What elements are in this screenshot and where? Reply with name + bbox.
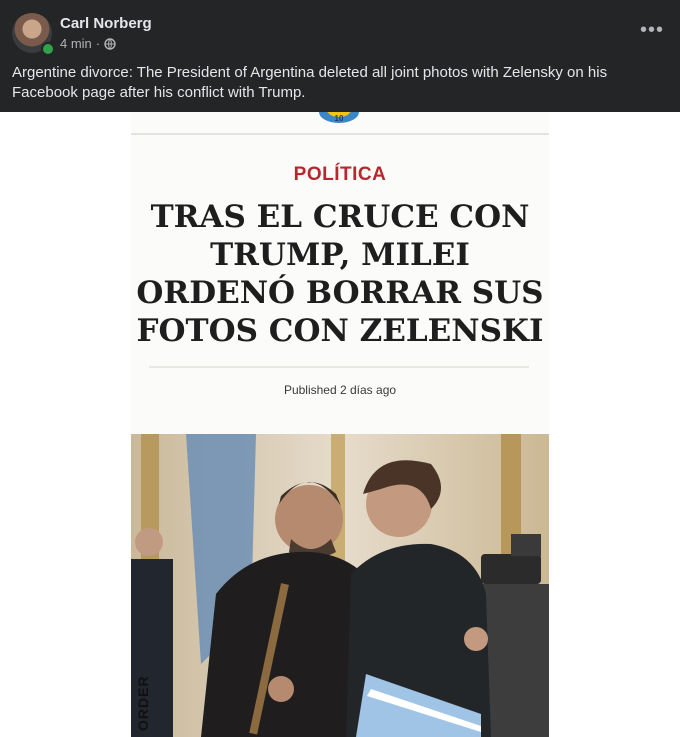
photo-illustration <box>131 434 549 737</box>
masthead-logo-text: 10 <box>335 114 344 123</box>
post-meta: 4 min · <box>60 36 116 51</box>
article-headline: TRAS EL CRUCE CON TRUMP, MILEI ORDENÓ BO… <box>136 199 544 349</box>
post-time[interactable]: 4 min <box>60 36 92 51</box>
author-name[interactable]: Carl Norberg <box>60 15 152 32</box>
post-caption: Argentine divorce: The President of Arge… <box>12 64 608 101</box>
meta-separator: · <box>95 36 101 51</box>
post-header: Carl Norberg 4 min · ••• Argentine divor… <box>0 0 680 112</box>
published-date: Published 2 días ago <box>283 383 397 397</box>
article-photo: ORDER <box>131 434 549 737</box>
globe-icon[interactable] <box>104 37 116 50</box>
divider-top <box>131 133 549 135</box>
news-clipping: 10 POLÍTICA TRAS EL CRUCE CON TRUMP, MIL… <box>131 112 549 737</box>
divider-bottom <box>149 366 529 368</box>
section-label: POLÍTICA <box>293 164 387 185</box>
online-status-dot <box>41 42 55 56</box>
post-image-attachment[interactable]: 10 POLÍTICA TRAS EL CRUCE CON TRUMP, MIL… <box>0 112 680 737</box>
more-options-icon[interactable]: ••• <box>638 16 666 44</box>
photo-watermark: ORDER <box>135 675 151 731</box>
masthead-logo-icon: 10 <box>319 112 359 123</box>
